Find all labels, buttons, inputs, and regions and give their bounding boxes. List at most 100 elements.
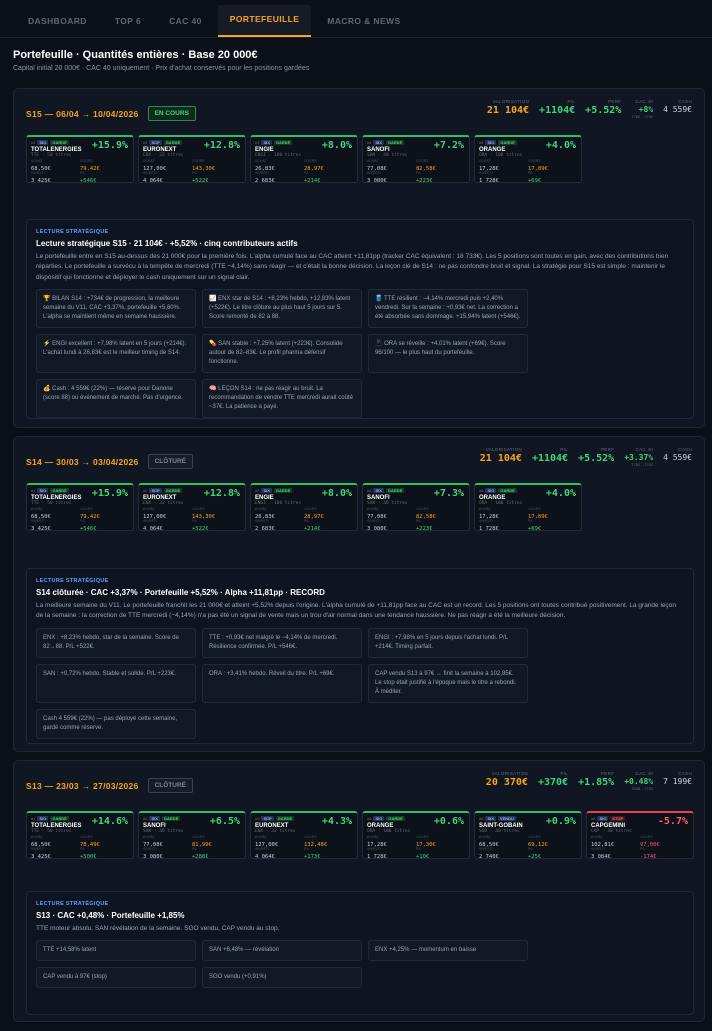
exchange-badge: SIO (373, 816, 385, 821)
position-card[interactable]: #4 SIX GARDÉ SANOFI SAN · 40 titres +7.2% ACHA… (362, 135, 470, 183)
strategic-text: La meilleure semaine du V11. Le portefeu… (36, 602, 677, 620)
card-rank: #4 (367, 816, 372, 821)
strategic-label: LECTURE STRATÉGIQUE (36, 578, 109, 584)
position-card[interactable]: #1 SIO GARDÉ TOTALENERGIES TTE · 50 titres +1… (26, 135, 134, 183)
position-card[interactable]: #3 SIX GARDÉ ENGIE ENGI · 100 titres +8.0% ACH… (250, 483, 358, 531)
strategic-reading: LECTURE STRATÉGIQUE Lecture stratégique S… (26, 219, 694, 419)
tab-macro-news[interactable]: MACRO & NEWS (315, 5, 412, 37)
stock-performance: +4.0% (545, 488, 576, 499)
strategic-note: 💊 SAN stable : +7,25% latent (+223€). Co… (202, 334, 362, 374)
position-card[interactable]: #3 SCP GARDÉ EURONEXT ENX · 32 titres +4.3% AC… (250, 811, 358, 859)
position-cards: #1 SIO GARDÉ TOTALENERGIES TTE · 50 titres +1… (26, 135, 586, 183)
metric-label: P/L (192, 171, 198, 175)
summary-value: +370€ (537, 777, 569, 788)
status-tag: GARDÉ (275, 816, 295, 821)
strategic-note: CAP vendu à 97€ (stop) (36, 967, 196, 989)
exchange-badge: SIX (261, 488, 272, 493)
metric-pl: +522€ (192, 525, 209, 532)
metric-label: COURS (416, 835, 429, 839)
card-rank: #3 (255, 488, 260, 493)
position-card[interactable]: #5 SIO GARDÉ ORANGE ORA · 100 titres +4.0% ACH… (474, 483, 582, 531)
week-status-badge: CLÔTURÉ (147, 454, 194, 469)
stock-quantity: TTE · 50 titres (31, 829, 72, 834)
metric-label: ACHAT (143, 159, 155, 163)
week-summary: VALORISATION 21 104€ P/L +1104€ PERF +5.52% CA… (477, 99, 692, 119)
summary-cac40: CAC 40 +3.37% 7762→7762 (624, 447, 653, 467)
card-metrics: ACHAT 17,28€ COURS 17,30€ INVESTI 1 728€ P/L +1… (367, 835, 465, 860)
metric-label: INVESTI (255, 171, 269, 175)
card-metrics: ACHAT 17,28€ COURS 17,89€ INVESTI 1 728€ P/L +6… (479, 159, 577, 184)
exchange-badge: SCP (261, 816, 274, 821)
summary-label: P/L (567, 99, 576, 104)
strategic-title: S13 · CAC +0,48% · Portefeuille +1,85% (36, 911, 185, 920)
position-card[interactable]: #6 SIO STOP CAPGEMINI CAP · 30 titres -5.7% AC… (586, 811, 694, 859)
metric-investi: 3 425€ (31, 853, 51, 860)
metric-pl: +214€ (304, 177, 321, 184)
summary-cac40: CAC 40 +0.48% 7645→7733 (624, 771, 653, 791)
stock-quantity: TTE · 50 titres (31, 153, 72, 158)
position-card[interactable]: #5 SIO GARDÉ ORANGE ORA · 100 titres +4.0% ACH… (474, 135, 582, 183)
strategic-note: ENGI : +7,98% en 5 jours depuis l'achat … (368, 627, 528, 658)
summary-value: 20 370€ (485, 777, 528, 788)
stock-performance: +6.5% (209, 816, 240, 827)
card-rank: #5 (479, 488, 484, 493)
card-rank: #2 (143, 488, 148, 493)
stock-performance: +4.0% (545, 140, 576, 151)
metric-label: ACHAT (591, 835, 603, 839)
stock-performance: +4.3% (321, 816, 352, 827)
summary-perf: PERF +5.52% (578, 447, 614, 464)
summary-value: +3.37% (624, 453, 654, 462)
position-card[interactable]: #2 SCP GARDÉ EURONEXT ENX · 32 titres +12.8% A… (138, 483, 246, 531)
week-status-badge: CLÔTURÉ (147, 778, 194, 793)
stock-performance: +12.8% (203, 140, 240, 151)
position-card[interactable]: #2 SIX GARDÉ SANOFI SAN · 40 titres +6.5% ACHA… (138, 811, 246, 859)
position-card[interactable]: #2 SCP GARDÉ EURONEXT ENX · 32 titres +12.8% A… (138, 135, 246, 183)
position-card[interactable]: #1 SIO GARDÉ TOTALENERGIES TTE · 50 titres +1… (26, 811, 134, 859)
metric-pl: +173€ (304, 853, 321, 860)
metric-pl: +522€ (192, 177, 209, 184)
strategic-note: SAN +6,48% — révélation (202, 940, 362, 962)
card-rank: #5 (479, 140, 484, 145)
metric-label: INVESTI (479, 847, 493, 851)
card-rank: #1 (31, 488, 36, 493)
strategic-notes: ENX : +8,23% hebdo, star de la semaine. … (36, 627, 684, 745)
metric-label: ACHAT (31, 159, 43, 163)
position-card[interactable]: #5 SIX VENDU SAINT-GOBAIN SGO · 40 titres +0.… (474, 811, 582, 859)
status-tag: GARDÉ (498, 488, 517, 493)
metric-label: ACHAT (367, 835, 379, 839)
stock-performance: +0.9% (545, 816, 576, 827)
tab-top-6[interactable]: TOP 6 (103, 5, 153, 37)
card-metrics: ACHAT 77,08€ COURS 81,99€ INVESTI 3 080€ P/L +2… (143, 835, 241, 860)
metric-label: P/L (192, 519, 198, 523)
metric-pl: +69€ (528, 177, 542, 184)
tab-bar: DASHBOARD TOP 6 CAC 40 PORTEFEUILLE MACR… (0, 0, 712, 38)
metric-label: ACHAT (255, 835, 267, 839)
metric-pl: +69€ (528, 525, 542, 532)
tab-dashboard[interactable]: DASHBOARD (16, 5, 99, 37)
card-rank: #2 (143, 816, 148, 821)
tab-portefeuille[interactable]: PORTEFEUILLE (217, 5, 312, 37)
summary-cac-note: 7762→7762 (631, 462, 654, 467)
stock-quantity: SGO · 40 titres (479, 829, 520, 834)
metric-investi: 2 683€ (255, 177, 275, 184)
strategic-note: SAN : +0,72% hebdo. Stable et solide. P/… (36, 663, 196, 703)
position-card[interactable]: #3 SIX GARDÉ ENGIE ENGI · 100 titres +8.0% ACH… (250, 135, 358, 183)
summary-cac-note: 7645→7733 (631, 786, 654, 791)
stock-performance: +8.0% (321, 488, 352, 499)
metric-pl: +10€ (416, 853, 430, 860)
status-tag: VENDU (497, 816, 516, 821)
position-card[interactable]: #4 SIX GARDÉ SANOFI SAN · 40 titres +7.3% ACHA… (362, 483, 470, 531)
strategic-note: 💰 Cash : 4 559€ (22%) — réserve pour Dan… (36, 379, 196, 419)
card-metrics: ACHAT 68,50€ COURS 69,12€ INVESTI 2 740€ P/L +2… (479, 835, 577, 860)
tab-cac-40[interactable]: CAC 40 (157, 5, 214, 37)
card-metrics: ACHAT 102,81€ COURS 97,00€ INVESTI 3 084€ P/L -… (591, 835, 689, 860)
card-rank: #6 (591, 816, 596, 821)
position-card[interactable]: #1 SIO GARDÉ TOTALENERGIES TTE · 50 titres +1… (26, 483, 134, 531)
position-card[interactable]: #4 SIO GARDÉ ORANGE ORA · 100 titres +0.6% ACH… (362, 811, 470, 859)
metric-label: INVESTI (367, 171, 381, 175)
summary-valorisation: VALORISATION 21 104€ (480, 447, 522, 464)
strategic-title: S14 clôturée · CAC +3,37% · Portefeuille… (36, 588, 325, 597)
strategic-title: Lecture stratégique S15 · 21 104€ · +5,5… (36, 239, 298, 248)
metric-label: P/L (304, 519, 310, 523)
card-rank: #1 (31, 816, 36, 821)
